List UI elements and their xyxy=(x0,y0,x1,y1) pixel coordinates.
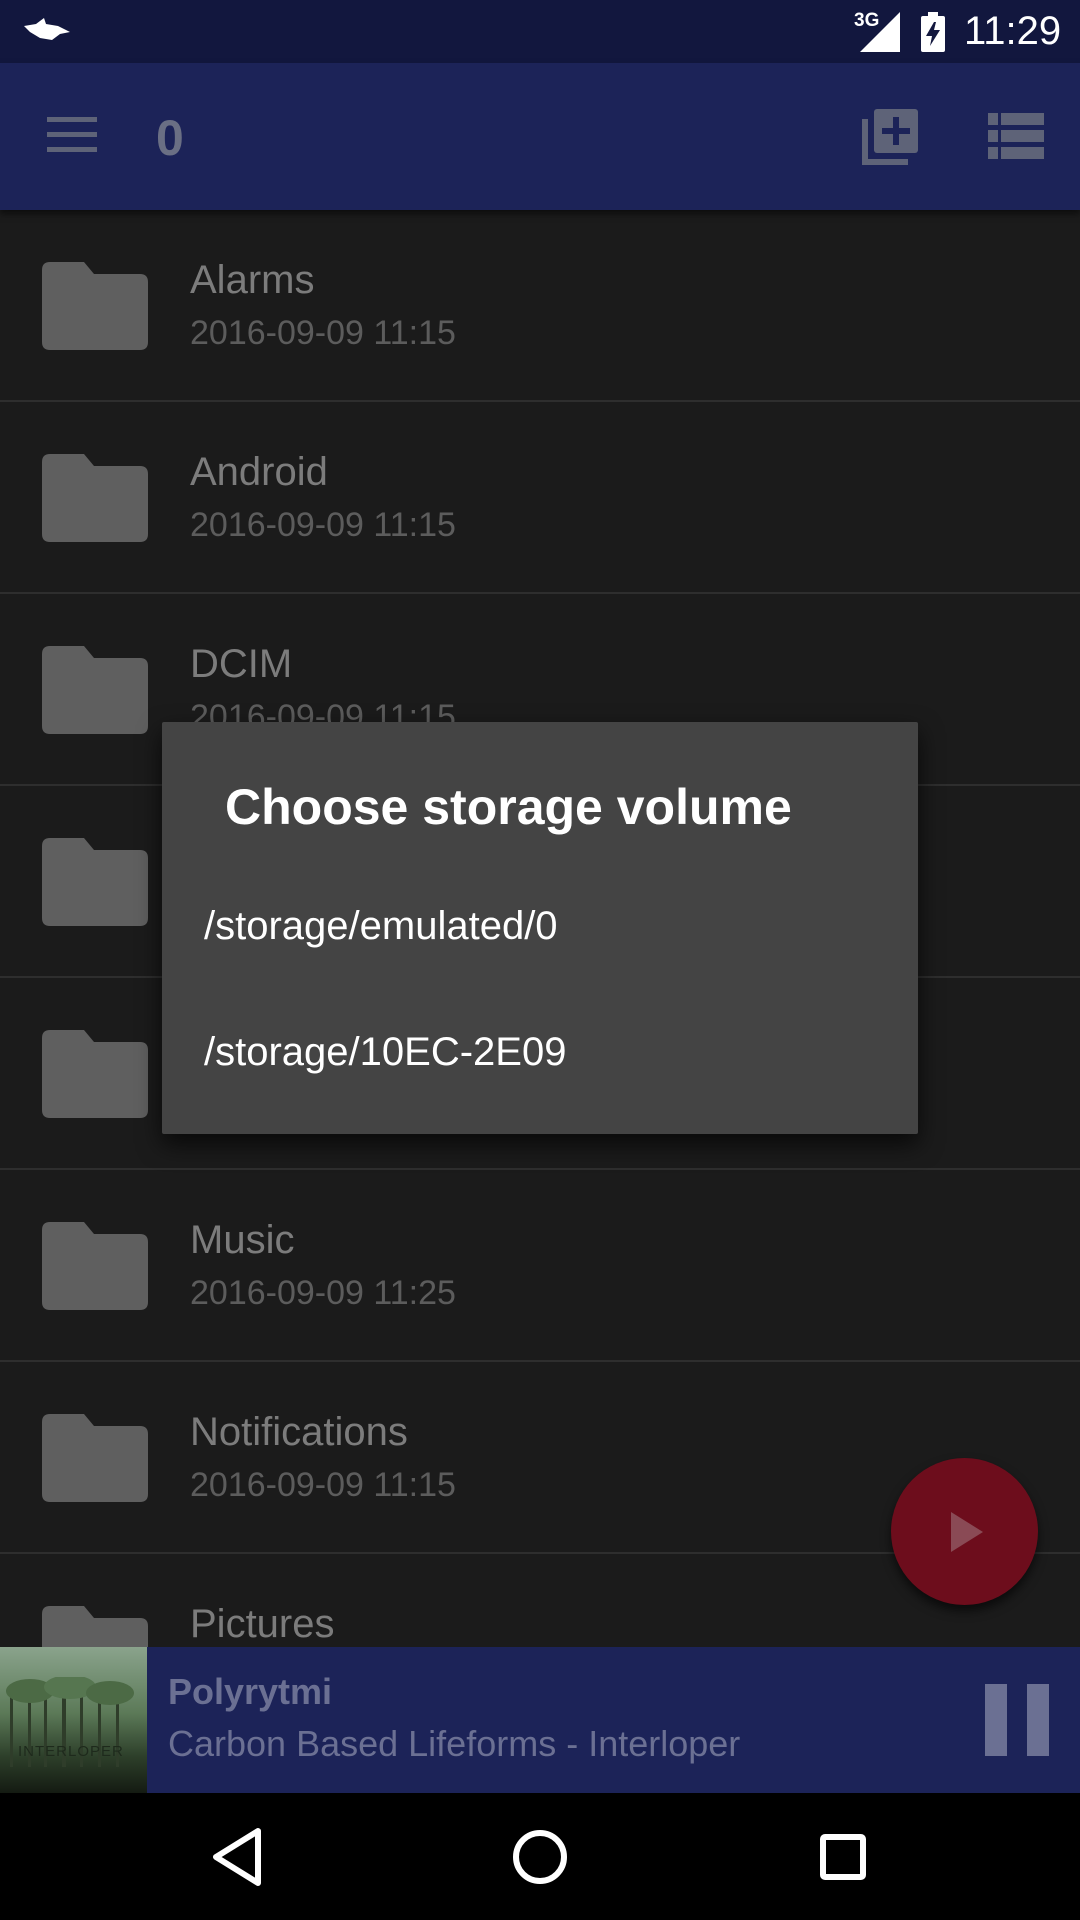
file-date: 2016-09-09 11:15 xyxy=(190,1466,456,1504)
file-name: Pictures xyxy=(190,1602,335,1646)
status-clock: 11:29 xyxy=(964,9,1062,53)
pause-icon[interactable] xyxy=(985,1684,1049,1756)
system-nav-bar xyxy=(0,1793,1080,1920)
storage-option-sdcard[interactable]: /storage/10EC-2E09 xyxy=(162,990,918,1116)
app-bar: 0 xyxy=(0,63,1080,210)
file-name: Alarms xyxy=(190,258,315,302)
storage-option-label: /storage/emulated/0 xyxy=(204,904,558,948)
menu-icon[interactable] xyxy=(47,115,97,155)
track-title: Polyrytmi xyxy=(168,1671,333,1712)
back-icon[interactable] xyxy=(204,1823,272,1891)
notification-bird-icon xyxy=(24,18,70,40)
storage-option-emulated[interactable]: /storage/emulated/0 xyxy=(162,864,918,990)
track-artist: Carbon Based Lifeforms - Interloper xyxy=(168,1723,741,1764)
file-date: 2016-09-09 11:25 xyxy=(190,1274,456,1312)
play-fab-button[interactable] xyxy=(891,1458,1038,1605)
folder-icon xyxy=(42,1222,148,1310)
dialog-title: Choose storage volume xyxy=(225,779,792,835)
page-title: 0 xyxy=(156,110,184,166)
file-date: 2016-09-09 11:15 xyxy=(190,506,456,544)
file-name: Android xyxy=(190,450,328,494)
list-item[interactable]: Music 2016-09-09 11:25 xyxy=(0,1170,1080,1362)
album-art-text: INTERLOPER xyxy=(18,1743,124,1760)
play-icon xyxy=(951,1512,983,1552)
battery-charging-icon xyxy=(921,12,945,52)
storage-volume-dialog: Choose storage volume /storage/emulated/… xyxy=(162,722,918,1134)
folder-icon xyxy=(42,262,148,350)
file-name: Notifications xyxy=(190,1410,408,1454)
folder-icon xyxy=(42,454,148,542)
recent-apps-icon[interactable] xyxy=(809,1823,877,1891)
status-bar: 3G 11:29 xyxy=(0,0,1080,63)
album-art[interactable]: INTERLOPER xyxy=(0,1647,147,1793)
list-item[interactable]: Alarms 2016-09-09 11:15 xyxy=(0,210,1080,402)
folder-icon xyxy=(42,646,148,734)
add-to-queue-icon[interactable] xyxy=(862,109,918,165)
list-view-icon[interactable] xyxy=(988,113,1044,159)
file-date: 2016-09-09 11:15 xyxy=(190,314,456,352)
home-icon[interactable] xyxy=(506,1823,574,1891)
folder-icon xyxy=(42,1606,148,1647)
folder-icon xyxy=(42,1414,148,1502)
list-item[interactable]: Android 2016-09-09 11:15 xyxy=(0,402,1080,594)
folder-icon xyxy=(42,838,148,926)
storage-option-label: /storage/10EC-2E09 xyxy=(204,1030,567,1074)
network-type-label: 3G xyxy=(854,10,880,31)
folder-icon xyxy=(42,1030,148,1118)
now-playing-bar[interactable]: INTERLOPER Polyrytmi Carbon Based Lifefo… xyxy=(0,1647,1080,1793)
file-name: DCIM xyxy=(190,642,293,686)
file-name: Music xyxy=(190,1218,295,1262)
